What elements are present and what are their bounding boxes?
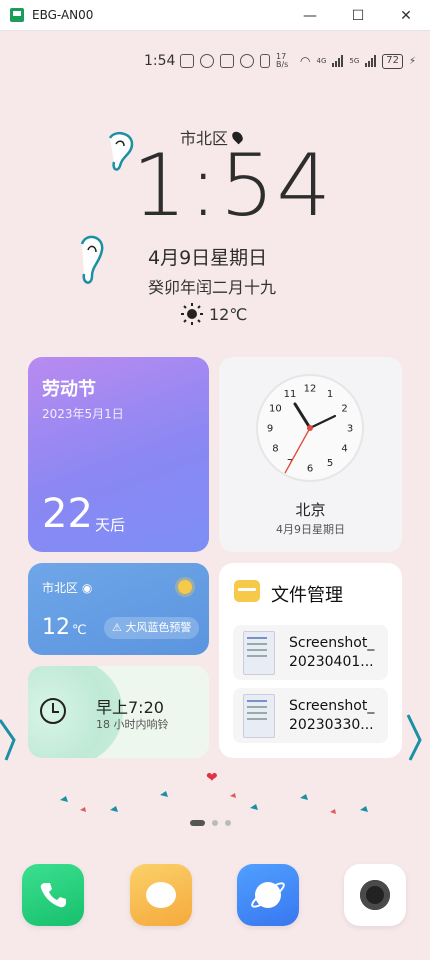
sun-icon bbox=[181, 303, 203, 325]
wave-decoration-icon bbox=[0, 714, 422, 814]
sunny-icon bbox=[178, 580, 192, 594]
browser-icon bbox=[251, 882, 285, 908]
weather-temp: 12 bbox=[42, 615, 70, 640]
file-name: Screenshot_ 20230401... bbox=[289, 635, 375, 670]
weather-summary: 12℃ bbox=[181, 303, 247, 325]
n-icon bbox=[220, 54, 234, 68]
days-remaining: 22 bbox=[42, 491, 93, 537]
clock-number: 4 bbox=[341, 444, 347, 455]
clock-number: 11 bbox=[284, 389, 297, 400]
weather-widget[interactable]: 市北区 ◉ 12 ℃ ⚠ 大风蓝色预警 bbox=[28, 563, 209, 655]
clock-date: 4月9日星期日 bbox=[276, 523, 345, 536]
status-bar: 1:54 17 B/s ◠ 4G 5G 72 ⚡ bbox=[0, 48, 430, 76]
camera-app-icon[interactable] bbox=[344, 864, 406, 926]
nfc-icon bbox=[200, 54, 214, 68]
recent-file-item[interactable]: Screenshot_ 20230401... bbox=[233, 625, 388, 680]
maximize-button[interactable]: ☐ bbox=[334, 0, 382, 31]
lunar-date-text: 癸卯年闰二月十九 bbox=[148, 278, 277, 297]
browser-app-icon[interactable] bbox=[237, 864, 299, 926]
holiday-countdown-widget[interactable]: 劳动节 2023年5月1日 22 天后 bbox=[28, 357, 209, 552]
signal-2-icon bbox=[365, 55, 377, 67]
phone-icon bbox=[40, 883, 66, 908]
window-controls: — ☐ ✕ bbox=[286, 0, 430, 31]
clock-number: 5 bbox=[327, 458, 333, 469]
vibrate-icon bbox=[260, 54, 270, 68]
temperature-text: 12℃ bbox=[209, 304, 248, 324]
clock-number: 1 bbox=[327, 389, 333, 400]
date-text: 4月9日星期日 bbox=[148, 247, 268, 269]
clock-number: 10 bbox=[269, 404, 282, 415]
battery-indicator: 72 bbox=[382, 53, 403, 69]
page-dot-active[interactable] bbox=[190, 820, 205, 826]
weather-alert-badge[interactable]: ⚠ 大风蓝色预警 bbox=[104, 617, 200, 639]
signal-4g-label: 4G bbox=[316, 57, 327, 65]
page-indicator[interactable] bbox=[190, 820, 231, 826]
big-clock-time: 1:54 bbox=[132, 136, 334, 236]
wifi-icon: ◠ bbox=[300, 54, 311, 68]
charging-icon: ⚡ bbox=[409, 55, 417, 67]
alarm-status-icon bbox=[240, 54, 254, 68]
signal-1-icon bbox=[332, 55, 344, 67]
weather-location: 市北区 ◉ bbox=[42, 581, 93, 595]
messages-app-icon[interactable] bbox=[130, 864, 192, 926]
clock-city: 北京 bbox=[295, 501, 326, 519]
analog-clock: 121234567891011 bbox=[256, 374, 364, 482]
message-bubble-icon bbox=[146, 882, 176, 908]
clock-number: 8 bbox=[272, 444, 278, 455]
notification-icon bbox=[180, 54, 194, 68]
minimize-button[interactable]: — bbox=[286, 0, 334, 31]
file-manager-title: 文件管理 bbox=[271, 585, 343, 606]
signal-5g-label: 5G bbox=[349, 57, 360, 65]
page-dot[interactable] bbox=[225, 820, 231, 826]
world-clock-widget[interactable]: 121234567891011 北京 4月9日星期日 bbox=[219, 357, 402, 552]
holiday-date: 2023年5月1日 bbox=[42, 407, 124, 421]
file-thumbnail bbox=[243, 631, 275, 675]
holiday-title: 劳动节 bbox=[42, 379, 96, 400]
clock-number: 6 bbox=[307, 464, 313, 475]
clock-number: 2 bbox=[341, 404, 347, 415]
page-dot[interactable] bbox=[212, 820, 218, 826]
days-unit: 天后 bbox=[95, 516, 126, 534]
clock-number: 12 bbox=[304, 384, 317, 395]
clock-number: 3 bbox=[347, 424, 353, 435]
window-titlebar: EBG-AN00 — ☐ ✕ bbox=[0, 0, 430, 31]
net-speed: 17 B/s bbox=[276, 52, 289, 69]
window-title: EBG-AN00 bbox=[32, 8, 94, 22]
camera-lens-icon bbox=[360, 880, 390, 910]
weather-unit: ℃ bbox=[72, 623, 87, 638]
folder-icon bbox=[234, 580, 260, 602]
ear-decoration-icon bbox=[80, 235, 104, 284]
clock-number: 9 bbox=[267, 424, 273, 435]
phone-app-icon[interactable] bbox=[22, 864, 84, 926]
status-time: 1:54 bbox=[144, 53, 176, 69]
close-button[interactable]: ✕ bbox=[382, 0, 430, 31]
app-icon bbox=[10, 8, 24, 22]
status-icons: 17 B/s ◠ 4G 5G 72 ⚡ bbox=[180, 53, 416, 69]
